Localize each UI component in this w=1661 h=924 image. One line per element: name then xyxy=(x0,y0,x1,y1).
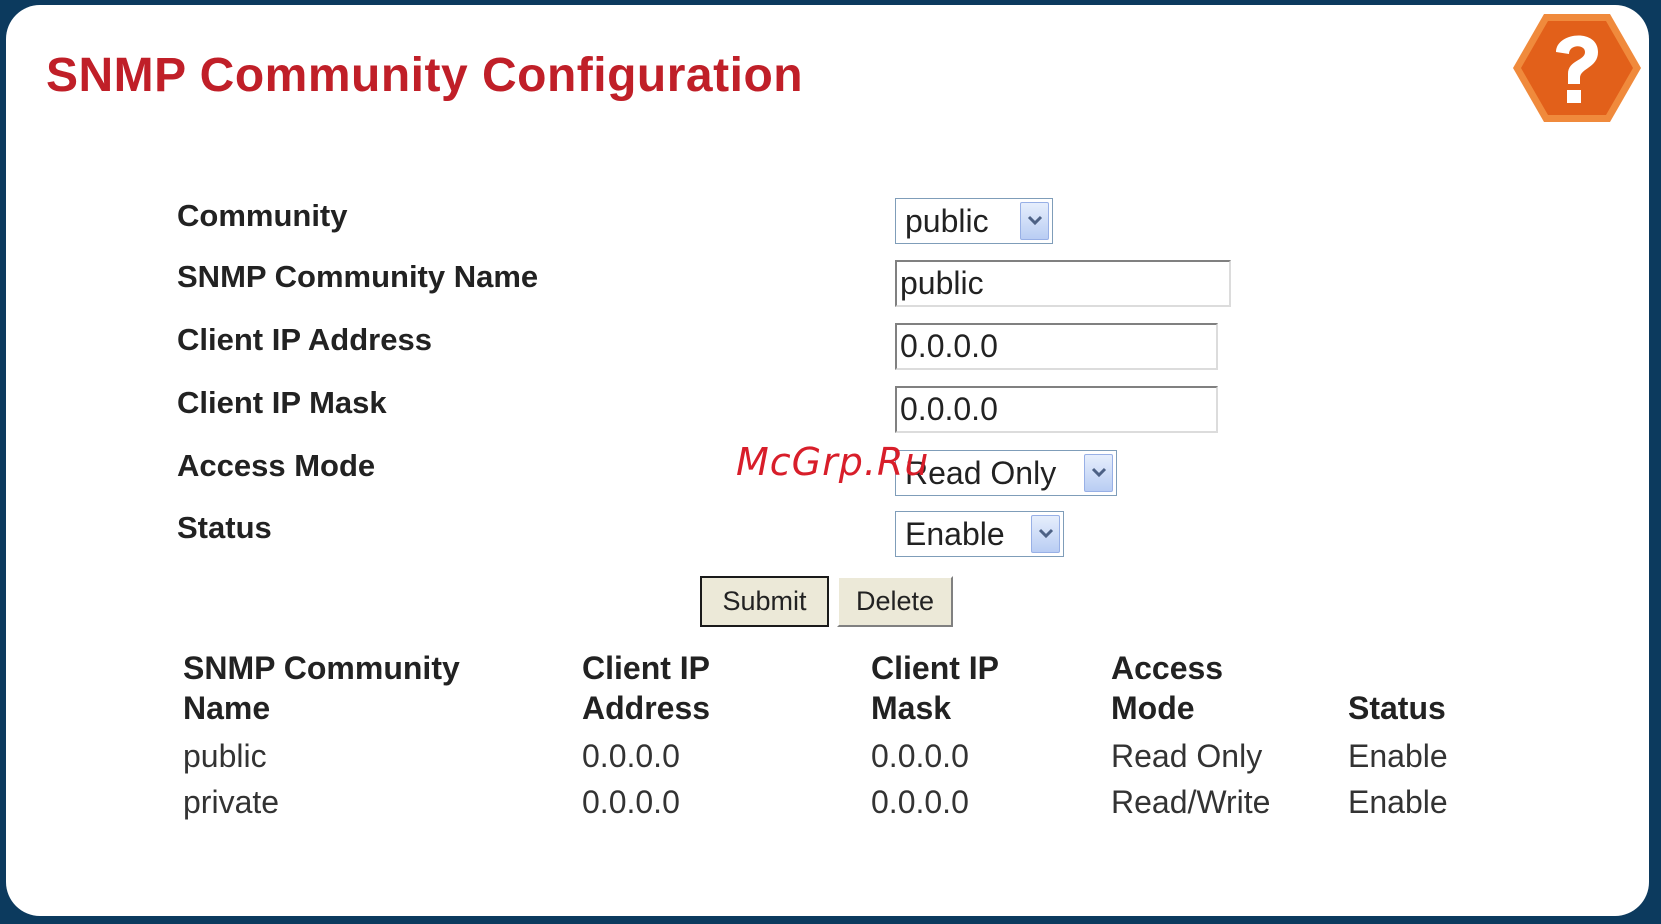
status-select-value: Enable xyxy=(905,516,1005,552)
table-row-1-community-name: public xyxy=(183,738,267,774)
client-ip-address-label: Client IP Address xyxy=(177,322,432,357)
client-ip-mask-label: Client IP Mask xyxy=(177,385,387,420)
page-title: SNMP Community Configuration xyxy=(46,49,804,102)
access-mode-select[interactable]: Read Only xyxy=(895,450,1117,496)
community-label: Community xyxy=(177,198,348,233)
community-name-label: SNMP Community Name xyxy=(177,259,539,294)
table-row-2-client-ip-mask: 0.0.0.0 xyxy=(871,784,969,820)
table-row-2-client-ip-address: 0.0.0.0 xyxy=(582,784,680,820)
chevron-down-icon[interactable] xyxy=(1020,202,1049,240)
table-row-2-status: Enable xyxy=(1348,784,1448,820)
access-mode-select-value: Read Only xyxy=(905,455,1057,491)
table-row-1-client-ip-mask: 0.0.0.0 xyxy=(871,738,969,774)
column-header-client-ip-mask: Client IP Mask xyxy=(871,650,1000,726)
client-ip-address-input[interactable] xyxy=(895,323,1218,370)
community-name-input[interactable] xyxy=(895,260,1231,307)
submit-button[interactable]: Submit xyxy=(700,576,829,627)
table-row-1-status: Enable xyxy=(1348,738,1448,774)
table-row-2-community-name: private xyxy=(183,784,280,820)
status-select[interactable]: Enable xyxy=(895,511,1064,557)
table-row-2-access-mode: Read/Write xyxy=(1111,784,1271,820)
column-header-client-ip-address: Client IP Address xyxy=(582,650,711,726)
help-question-icon[interactable] xyxy=(1512,12,1642,124)
table-row-1-access-mode: Read Only xyxy=(1111,738,1263,774)
column-header-community-name: SNMP Community Name xyxy=(183,650,460,726)
access-mode-label: Access Mode xyxy=(177,448,376,483)
chevron-down-icon[interactable] xyxy=(1084,454,1113,492)
community-select-value: public xyxy=(905,203,989,239)
client-ip-mask-input[interactable] xyxy=(895,386,1218,433)
column-header-status: Status xyxy=(1348,690,1446,726)
column-header-access-mode: Access Mode xyxy=(1111,650,1224,726)
table-row-1-client-ip-address: 0.0.0.0 xyxy=(582,738,680,774)
community-select[interactable]: public xyxy=(895,198,1053,244)
chevron-down-icon[interactable] xyxy=(1031,515,1060,553)
status-label: Status xyxy=(177,510,272,545)
delete-button[interactable]: Delete xyxy=(837,576,953,627)
